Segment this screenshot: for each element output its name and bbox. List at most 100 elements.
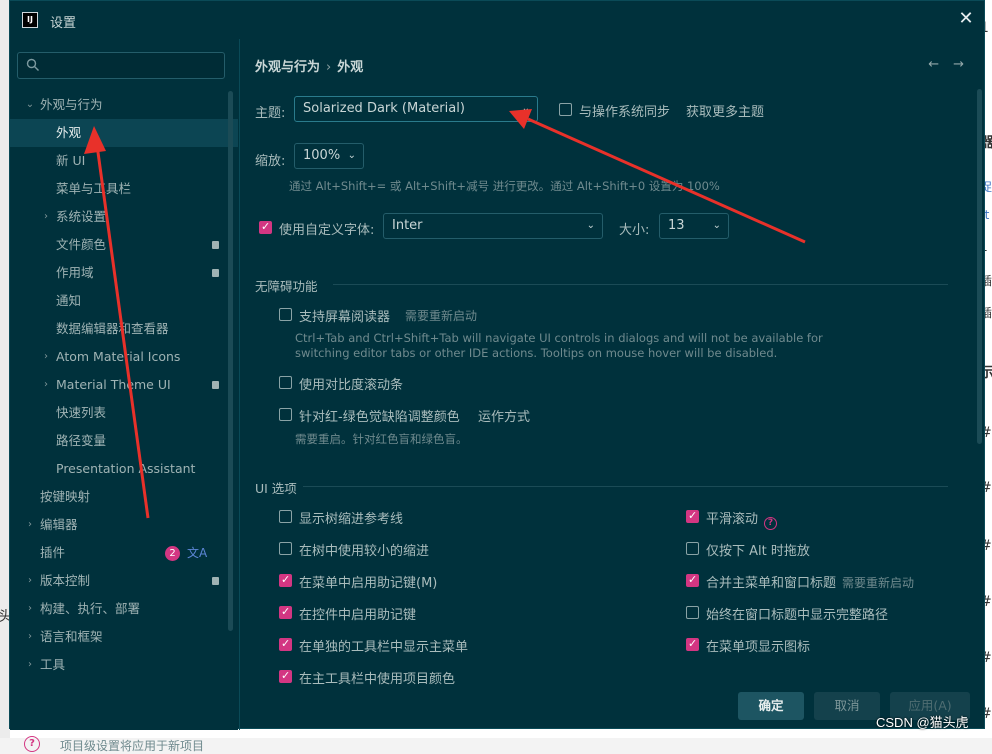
sidebar-item[interactable]: 作用域 [10, 259, 238, 287]
sidebar-item-label: 系统设置 [56, 209, 107, 224]
chevron-right-icon[interactable]: › [40, 371, 52, 399]
cancel-button[interactable]: 取消 [814, 692, 880, 720]
custom-font-checkbox[interactable] [259, 220, 272, 234]
sidebar-item-label: 按键映射 [40, 489, 91, 504]
sidebar-item[interactable]: Presentation Assistant [10, 455, 238, 483]
ui-option-checkbox[interactable] [279, 605, 292, 619]
zoom-dropdown[interactable]: 100% ⌄ [294, 143, 364, 169]
chevron-right-icon[interactable]: › [24, 595, 36, 623]
sidebar-item[interactable]: 通知 [10, 287, 238, 315]
ui-option-checkbox[interactable] [279, 510, 292, 523]
font-dropdown[interactable]: Inter ⌄ [383, 213, 603, 239]
forward-arrow-icon[interactable]: → [953, 57, 964, 72]
ui-option-text: 平滑滚动 [706, 512, 759, 527]
sidebar-item[interactable]: › Atom Material Icons [10, 343, 238, 371]
sidebar-item[interactable]: › 编辑器 [10, 511, 238, 539]
sidebar-item-label: Presentation Assistant [56, 461, 196, 476]
sidebar-item[interactable]: › 构建、执行、部署 [10, 595, 238, 623]
zoom-hint: 通过 Alt+Shift+= 或 Alt+Shift+减号 进行更改。通过 Al… [289, 179, 720, 193]
sidebar-item[interactable]: 插件 2 文A [10, 539, 238, 567]
ui-option-checkbox[interactable] [279, 542, 292, 555]
ui-option-checkbox[interactable] [686, 606, 699, 619]
sidebar-item[interactable]: › 语言和框架 [10, 623, 238, 651]
hint-text: 项目级设置将应用于新项目 [60, 739, 205, 753]
screen-reader-hint-line1: Ctrl+Tab and Ctrl+Shift+Tab will navigat… [295, 331, 823, 345]
sidebar-item[interactable]: › Material Theme UI [10, 371, 238, 399]
ui-option-checkbox[interactable] [686, 509, 699, 523]
font-size-dropdown[interactable]: 13 ⌄ [659, 213, 729, 239]
chevron-right-icon[interactable]: › [24, 651, 36, 679]
how-it-works-link[interactable]: 运作方式 [478, 406, 530, 425]
sidebar-item[interactable]: › 系统设置 [10, 203, 238, 231]
sidebar-item[interactable]: 按键映射 [10, 483, 238, 511]
accessibility-section-title: 无障碍功能 [255, 279, 318, 294]
ui-option-label: 始终在窗口标题中显示完整路径 [706, 604, 888, 623]
sidebar-item-label: 工具 [40, 657, 66, 672]
back-arrow-icon[interactable]: ← [928, 57, 939, 72]
font-value: Inter [392, 218, 423, 233]
close-button[interactable]: ✕ [956, 9, 976, 29]
sidebar-item[interactable]: ⌄ 外观与行为 [10, 91, 238, 119]
ui-option-checkbox[interactable] [686, 542, 699, 555]
sidebar-item[interactable]: 快速列表 [10, 399, 238, 427]
sync-os-checkbox[interactable] [559, 103, 572, 116]
contrast-scrollbar-checkbox[interactable] [279, 376, 292, 389]
ui-option-label: 在单独的工具栏中显示主菜单 [299, 636, 468, 655]
ui-option-label: 在控件中启用助记键 [299, 604, 416, 623]
settings-search[interactable] [17, 52, 225, 79]
ui-option-label: 显示树缩进参考线 [299, 508, 403, 527]
sidebar-item-label: 语言和框架 [40, 629, 103, 644]
restart-required-note: 需要重新启动 [842, 576, 915, 590]
window-title: 设置 [50, 16, 77, 31]
chevron-down-icon: ⌄ [521, 103, 530, 114]
settings-tree: ⌄ 外观与行为 外观新 UI 菜单与工具栏 › 系统设置文件颜色 作用域 通知 数据编辑器和查看… [10, 91, 238, 679]
color-deficiency-checkbox[interactable] [279, 408, 292, 421]
sidebar-item[interactable]: 数据编辑器和查看器 [10, 315, 238, 343]
ui-option-checkbox[interactable] [686, 573, 699, 587]
theme-dropdown[interactable]: Solarized Dark (Material) ⌄ [294, 96, 538, 122]
chevron-right-icon[interactable]: › [24, 567, 36, 595]
ui-option-checkbox[interactable] [279, 573, 292, 587]
translate-icon: 文A [187, 546, 208, 560]
search-input[interactable] [46, 56, 220, 77]
sidebar-scrollbar[interactable] [228, 91, 233, 631]
update-count-badge: 2 [165, 546, 180, 561]
history-nav: ← → [914, 57, 964, 72]
ui-option-text: 在菜单项显示图标 [706, 640, 811, 655]
ui-option-label: 合并主菜单和窗口标题 需要重新启动 [706, 572, 914, 591]
content-scrollbar[interactable] [977, 89, 982, 444]
restart-required-note: 需要重新启动 [405, 309, 478, 323]
sidebar-item[interactable]: 文件颜色 [10, 231, 238, 259]
ui-option-text: 在单独的工具栏中显示主菜单 [299, 640, 469, 655]
screen-reader-checkbox[interactable] [279, 308, 292, 321]
sidebar-item[interactable]: 路径变量 [10, 427, 238, 455]
chevron-right-icon[interactable]: › [24, 511, 36, 539]
sidebar-item[interactable]: 外观 [10, 119, 238, 147]
sidebar-item-label: 新 UI [56, 153, 86, 168]
sidebar-item[interactable]: 菜单与工具栏 [10, 175, 238, 203]
ui-option-checkbox[interactable] [686, 637, 699, 651]
chevron-right-icon[interactable]: › [40, 343, 52, 371]
ui-option-checkbox[interactable] [279, 637, 292, 651]
ok-button[interactable]: 确定 [738, 692, 804, 720]
sidebar-item-label: Atom Material Icons [56, 349, 181, 364]
help-icon[interactable]: ? [764, 517, 778, 530]
ui-option-text: 合并主菜单和窗口标题 [706, 576, 837, 591]
zoom-value: 100% [303, 148, 341, 163]
search-icon [26, 58, 40, 72]
breadcrumb-current: 外观 [337, 60, 364, 75]
sidebar-item-label: 构建、执行、部署 [40, 601, 141, 616]
breadcrumb-parent[interactable]: 外观与行为 [255, 60, 320, 75]
sidebar-item[interactable]: › 版本控制 [10, 567, 238, 595]
chevron-right-icon[interactable]: › [40, 203, 52, 231]
sidebar-item[interactable]: 新 UI [10, 147, 238, 175]
get-more-themes-link[interactable]: 获取更多主题 [686, 101, 764, 120]
settings-dialog: IJ 设置 ✕ ⌄ 外观与行为 外观新 UI 菜单与工具栏 › 系统设置 文件颜色 作用域 通知… [9, 0, 985, 753]
chevron-right-icon[interactable]: › [24, 623, 36, 651]
help-icon[interactable]: ? [24, 736, 40, 752]
section-divider [333, 284, 948, 285]
sidebar-item-label: 菜单与工具栏 [56, 181, 132, 196]
sidebar-item[interactable]: › 工具 [10, 651, 238, 679]
ui-option-checkbox[interactable] [279, 669, 292, 683]
chevron-down-icon[interactable]: ⌄ [24, 91, 36, 119]
